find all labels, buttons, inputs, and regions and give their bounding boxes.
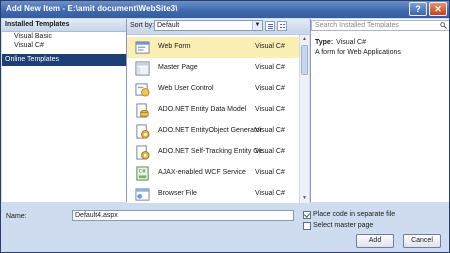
template-description: Type: Visual C# A form for Web Applicatio… bbox=[315, 39, 447, 56]
tree-item-visual-csharp[interactable]: Visual C# bbox=[2, 41, 126, 50]
sort-by-select[interactable]: Default ▼ bbox=[154, 20, 263, 31]
template-name: Web User Control bbox=[158, 85, 214, 92]
template-language: Visual C# bbox=[255, 43, 285, 50]
template-row[interactable]: Web Form Visual C# bbox=[127, 37, 299, 58]
type-label: Type: bbox=[315, 39, 334, 46]
title-bar: Add New Item - E:\amit document\WebSite3… bbox=[1, 1, 449, 18]
sort-by-label: Sort by: bbox=[130, 22, 155, 29]
template-list-scrollbar[interactable]: ▲ ▼ bbox=[299, 35, 309, 203]
entity-model-icon bbox=[136, 103, 149, 118]
template-language: Visual C# bbox=[255, 127, 285, 134]
name-value: Default4.aspx bbox=[75, 212, 118, 219]
name-input[interactable]: Default4.aspx bbox=[72, 210, 294, 221]
template-language: Visual C# bbox=[255, 190, 285, 197]
scroll-down-icon[interactable]: ▼ bbox=[300, 194, 309, 203]
wcf-service-icon: C# bbox=[136, 166, 149, 181]
template-language: Visual C# bbox=[255, 64, 285, 71]
online-templates-item[interactable]: Online Templates bbox=[2, 54, 126, 66]
search-placeholder: Search Installed Templates bbox=[315, 22, 399, 29]
template-name: Browser File bbox=[158, 190, 197, 197]
medium-icons-view-button[interactable] bbox=[265, 21, 275, 31]
template-language: Visual C# bbox=[255, 169, 285, 176]
installed-templates-header[interactable]: Installed Templates bbox=[2, 19, 126, 32]
tree-item-visual-basic[interactable]: Visual Basic bbox=[2, 32, 126, 41]
window-title: Add New Item - E:\amit document\WebSite3… bbox=[6, 4, 178, 13]
template-name: AJAX-enabled WCF Service bbox=[158, 169, 246, 176]
web-form-icon bbox=[135, 41, 150, 54]
scrollbar-thumb[interactable] bbox=[301, 45, 308, 75]
search-installed-templates-input[interactable]: Search Installed Templates bbox=[311, 20, 449, 31]
template-row[interactable]: Browser File Visual C# bbox=[127, 184, 299, 205]
name-label: Name: bbox=[6, 213, 27, 220]
help-button[interactable]: ? bbox=[409, 2, 427, 16]
select-master-page-label[interactable]: Select master page bbox=[313, 222, 373, 229]
template-row[interactable]: ADO.NET Self-Tracking Entity Ge... Visua… bbox=[127, 142, 299, 163]
template-row[interactable]: Master Page Visual C# bbox=[127, 58, 299, 79]
template-row[interactable]: C# AJAX-enabled WCF Service Visual C# bbox=[127, 163, 299, 184]
cancel-button[interactable]: Cancel bbox=[403, 234, 441, 248]
add-new-item-dialog: Add New Item - E:\amit document\WebSite3… bbox=[0, 0, 450, 253]
generator-icon bbox=[136, 145, 150, 160]
close-button[interactable]: ✕ bbox=[429, 2, 447, 16]
sort-toolbar: Sort by: Default ▼ bbox=[127, 19, 309, 33]
sort-by-value: Default bbox=[157, 22, 180, 29]
master-page-icon bbox=[135, 61, 150, 76]
template-list: Web Form Visual C# Master Page Visual C#… bbox=[127, 34, 309, 203]
template-name: Web Form bbox=[158, 43, 191, 50]
template-language: Visual C# bbox=[255, 148, 285, 155]
template-language: Visual C# bbox=[255, 85, 285, 92]
details-pane: Search Installed Templates Type: Visual C… bbox=[310, 19, 449, 202]
select-master-page-checkbox[interactable] bbox=[303, 222, 311, 230]
template-row[interactable]: Web User Control Visual C# bbox=[127, 79, 299, 100]
small-icons-view-button[interactable] bbox=[277, 21, 287, 31]
search-icon[interactable] bbox=[440, 22, 447, 29]
template-name: ADO.NET Entity Data Model bbox=[158, 106, 247, 113]
template-row[interactable]: ADO.NET EntityObject Generator Visual C# bbox=[127, 121, 299, 142]
dialog-footer: Name: Default4.aspx Place code in separa… bbox=[2, 203, 449, 252]
template-name: ADO.NET EntityObject Generator bbox=[158, 127, 263, 134]
template-name: ADO.NET Self-Tracking Entity Ge... bbox=[158, 148, 269, 155]
template-row[interactable]: ADO.NET Entity Data Model Visual C# bbox=[127, 100, 299, 121]
svg-text:C#: C# bbox=[139, 169, 146, 175]
scroll-up-icon[interactable]: ▲ bbox=[300, 35, 309, 44]
place-code-label[interactable]: Place code in separate file bbox=[313, 211, 395, 218]
generator-icon bbox=[136, 124, 150, 139]
template-name: Master Page bbox=[158, 64, 198, 71]
template-language: Visual C# bbox=[255, 106, 285, 113]
add-button[interactable]: Add bbox=[356, 234, 394, 248]
web-user-control-icon bbox=[135, 83, 150, 97]
place-code-checkbox[interactable] bbox=[303, 211, 311, 219]
template-tree: Installed Templates Visual Basic Visual … bbox=[2, 19, 127, 202]
browser-file-icon bbox=[135, 188, 150, 201]
type-value: Visual C# bbox=[336, 39, 366, 46]
description-text: A form for Web Applications bbox=[315, 49, 401, 56]
chevron-down-icon: ▼ bbox=[252, 21, 262, 30]
